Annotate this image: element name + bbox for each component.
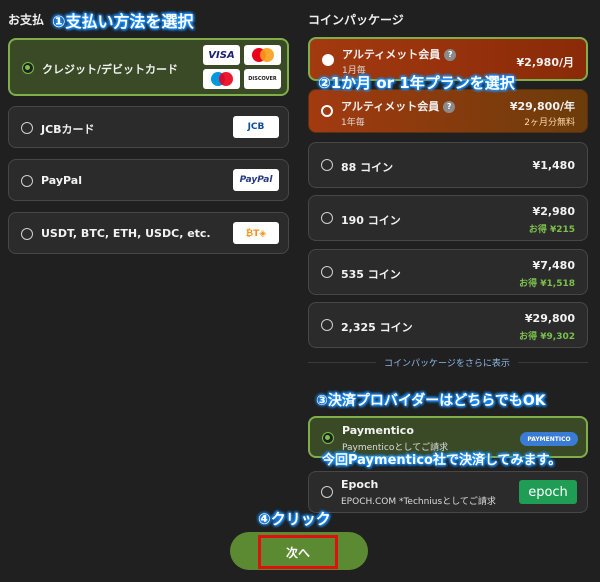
payment-option-label: クレジット/デビットカード	[42, 63, 179, 76]
radio-paypal[interactable]	[21, 175, 33, 187]
epoch-logo-icon: epoch	[519, 480, 577, 504]
payment-option-label: JCBカード	[41, 123, 95, 136]
radio-ultimate-monthly[interactable]	[322, 54, 334, 66]
annotation-step1: ①支払い方法を選択	[52, 12, 194, 31]
package-price: ¥29,800	[524, 312, 575, 325]
package-190-coins[interactable]: 190 コイン ¥2,980 お得 ¥215	[308, 195, 588, 241]
payment-option-credit-card[interactable]: クレジット/デビットカード VISA DISCOVER	[8, 38, 289, 96]
package-535-coins[interactable]: 535 コイン ¥7,480 お得 ¥1,518	[308, 249, 588, 295]
annotation-step3-note: 今回Paymentico社で決済してみます。	[322, 453, 562, 468]
jcb-logo-icon: JCB	[233, 116, 279, 138]
provider-sub: EPOCH.COM *Techniusとしてご請求	[341, 497, 496, 507]
package-price: ¥2,980/月	[516, 56, 574, 69]
radio-535-coins[interactable]	[321, 266, 333, 278]
paypal-logo-icon: PayPal	[233, 169, 279, 191]
radio-paymentico[interactable]	[322, 432, 334, 444]
package-label: 2,325 コイン	[341, 321, 413, 334]
package-note: 2ヶ月分無料	[524, 118, 575, 128]
help-icon[interactable]: ?	[443, 101, 456, 113]
package-price: ¥2,980	[532, 205, 575, 218]
radio-credit-card[interactable]	[22, 62, 34, 74]
package-2325-coins[interactable]: 2,325 コイン ¥29,800 お得 ¥9,302	[308, 302, 588, 348]
package-saving: お得 ¥9,302	[519, 332, 575, 342]
annotation-step2: ②1か月 or 1年プランを選択	[318, 74, 515, 92]
radio-88-coins[interactable]	[321, 159, 333, 171]
provider-name: Paymentico	[342, 424, 414, 437]
payment-option-label: PayPal	[41, 174, 82, 187]
radio-jcb[interactable]	[21, 122, 33, 134]
payment-option-crypto[interactable]: USDT, BTC, ETH, USDC, etc. ₿T◈	[8, 212, 289, 254]
package-label: アルティメット会員?	[342, 46, 457, 62]
radio-ultimate-yearly[interactable]	[321, 105, 333, 117]
radio-epoch[interactable]	[321, 486, 333, 498]
package-price: ¥7,480	[532, 259, 575, 272]
more-packages-link[interactable]: コインパッケージをさらに表示	[376, 356, 518, 369]
package-ultimate-yearly[interactable]: アルティメット会員? 1年毎 ¥29,800/年 2ヶ月分無料	[308, 89, 588, 133]
package-saving: お得 ¥1,518	[519, 279, 575, 289]
payment-option-label: USDT, BTC, ETH, USDC, etc.	[41, 227, 211, 240]
radio-190-coins[interactable]	[321, 212, 333, 224]
package-label: 190 コイン	[341, 214, 401, 227]
radio-2325-coins[interactable]	[321, 319, 333, 331]
crypto-logo-icon: ₿T◈	[233, 222, 279, 244]
payment-option-jcb[interactable]: JCBカード JCB	[8, 106, 289, 148]
package-saving: お得 ¥215	[528, 225, 575, 235]
package-label: アルティメット会員?	[341, 98, 456, 114]
package-sub: 1年毎	[341, 118, 365, 128]
payment-option-paypal[interactable]: PayPal PayPal	[8, 159, 289, 201]
payment-section-title: お支払	[8, 13, 45, 27]
next-button[interactable]: 次へ	[258, 535, 338, 569]
mastercard-logo-icon	[244, 45, 281, 65]
annotation-step4: ④クリック	[258, 510, 331, 528]
package-label: 88 コイン	[341, 161, 394, 174]
provider-name: Epoch	[341, 478, 379, 491]
package-price: ¥29,800/年	[509, 100, 575, 113]
paymentico-logo-icon: PAYMENTICO	[520, 432, 578, 446]
maestro-logo-icon	[203, 69, 240, 89]
help-icon[interactable]: ?	[444, 49, 457, 61]
annotation-step3: ③決済プロバイダーはどちらでもOK	[316, 393, 546, 409]
provider-epoch[interactable]: Epoch EPOCH.COM *Techniusとしてご請求 epoch	[308, 471, 588, 513]
discover-logo-icon: DISCOVER	[244, 69, 281, 89]
packages-section-title: コインパッケージ	[308, 13, 404, 27]
package-label: 535 コイン	[341, 268, 401, 281]
package-price: ¥1,480	[532, 159, 575, 172]
package-88-coins[interactable]: 88 コイン ¥1,480	[308, 142, 588, 188]
radio-crypto[interactable]	[21, 228, 33, 240]
visa-logo-icon: VISA	[203, 45, 240, 65]
